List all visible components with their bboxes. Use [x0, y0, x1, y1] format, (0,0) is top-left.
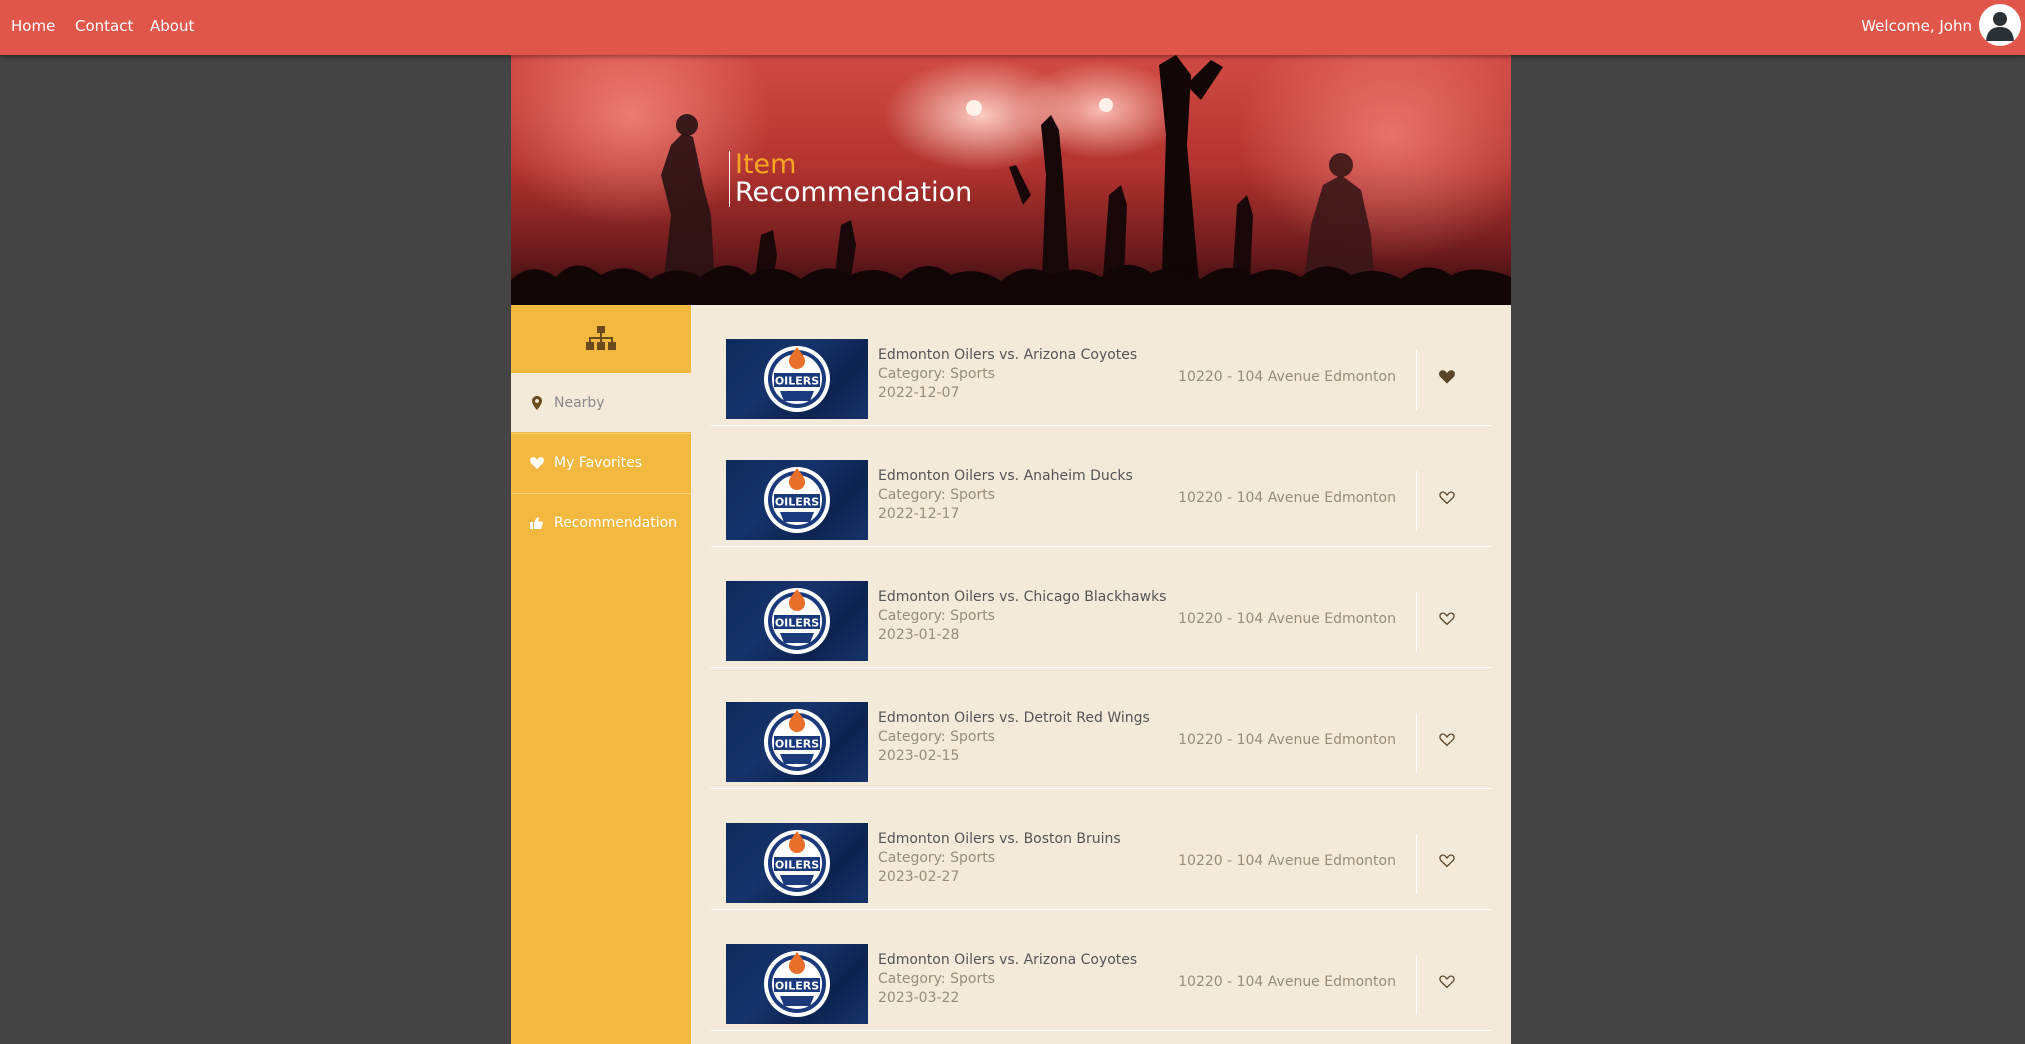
- thumbs-up-icon: [529, 517, 544, 529]
- top-navbar: Home Contact About Welcome, John: [0, 0, 2025, 55]
- oilers-logo-thumbnail: OILERS: [726, 339, 868, 419]
- item-date: 2022-12-17: [878, 506, 960, 522]
- item-address: 10220 - 104 Avenue Edmonton: [1178, 853, 1396, 869]
- welcome-text: Welcome, John: [1861, 17, 1972, 35]
- item-date: 2023-02-27: [878, 869, 960, 885]
- banner-title: Item Recommendation: [729, 151, 972, 207]
- favorite-heart-outline-icon[interactable]: [1439, 611, 1457, 629]
- hero-banner: Item Recommendation: [511, 55, 1511, 305]
- list-item[interactable]: OILERS Edmonton Oilers vs. Arizona Coyot…: [711, 910, 1491, 1031]
- divider: [1416, 955, 1417, 1015]
- oilers-logo-text: OILERS: [775, 375, 819, 388]
- favorite-heart-outline-icon[interactable]: [1439, 974, 1457, 992]
- banner-title-line1: Item: [735, 149, 797, 180]
- nav-contact-link[interactable]: Contact: [75, 17, 133, 35]
- sidebar-header: [511, 305, 691, 373]
- oilers-logo-thumbnail: OILERS: [726, 702, 868, 782]
- divider: [1416, 713, 1417, 773]
- list-item[interactable]: OILERS Edmonton Oilers vs. Arizona Coyot…: [711, 305, 1491, 426]
- item-category: Category: Sports: [878, 850, 995, 866]
- item-title[interactable]: Edmonton Oilers vs. Arizona Coyotes: [878, 952, 1137, 968]
- item-address: 10220 - 104 Avenue Edmonton: [1178, 611, 1396, 627]
- oilers-logo-text: OILERS: [775, 859, 819, 872]
- item-category: Category: Sports: [878, 487, 995, 503]
- item-date: 2023-03-22: [878, 990, 960, 1006]
- oilers-logo-thumbnail: OILERS: [726, 823, 868, 903]
- sidebar-item-label: Nearby: [554, 394, 605, 411]
- divider: [1416, 834, 1417, 894]
- item-address: 10220 - 104 Avenue Edmonton: [1178, 490, 1396, 506]
- item-title[interactable]: Edmonton Oilers vs. Detroit Red Wings: [878, 710, 1150, 726]
- item-address: 10220 - 104 Avenue Edmonton: [1178, 974, 1396, 990]
- favorite-heart-outline-icon[interactable]: [1439, 490, 1457, 508]
- sitemap-icon: [586, 326, 616, 350]
- item-address: 10220 - 104 Avenue Edmonton: [1178, 369, 1396, 385]
- banner-title-line2: Recommendation: [735, 177, 973, 208]
- item-title[interactable]: Edmonton Oilers vs. Anaheim Ducks: [878, 468, 1133, 484]
- item-address: 10220 - 104 Avenue Edmonton: [1178, 732, 1396, 748]
- favorite-heart-outline-icon[interactable]: [1439, 853, 1457, 871]
- item-title[interactable]: Edmonton Oilers vs. Boston Bruins: [878, 831, 1121, 847]
- map-marker-icon: [529, 395, 544, 410]
- favorite-heart-outline-icon[interactable]: [1439, 732, 1457, 750]
- nav-about-link[interactable]: About: [150, 17, 194, 35]
- main-container: Item Recommendation Nearby My Favorites …: [511, 55, 1511, 1044]
- divider: [1416, 471, 1417, 531]
- sidebar-item-nearby[interactable]: Nearby: [511, 373, 691, 432]
- list-item[interactable]: OILERS Edmonton Oilers vs. Chicago Black…: [711, 547, 1491, 668]
- item-date: 2023-01-28: [878, 627, 960, 643]
- oilers-logo-thumbnail: OILERS: [726, 581, 868, 661]
- oilers-logo-text: OILERS: [775, 738, 819, 751]
- list-item[interactable]: OILERS Edmonton Oilers vs. Detroit Red W…: [711, 668, 1491, 789]
- nav-home-link[interactable]: Home: [11, 17, 55, 35]
- list-item[interactable]: OILERS Edmonton Oilers vs. Anaheim Ducks…: [711, 426, 1491, 547]
- item-date: 2023-02-15: [878, 748, 960, 764]
- sidebar-item-label: Recommendation: [554, 515, 678, 531]
- item-date: 2022-12-07: [878, 385, 960, 401]
- item-category: Category: Sports: [878, 971, 995, 987]
- item-category: Category: Sports: [878, 608, 995, 624]
- oilers-logo-text: OILERS: [775, 617, 819, 630]
- concert-crowd-image: [511, 55, 1511, 305]
- divider: [1416, 350, 1417, 410]
- sidebar-item-recommendation[interactable]: Recommendation: [511, 493, 691, 552]
- item-title[interactable]: Edmonton Oilers vs. Arizona Coyotes: [878, 347, 1137, 363]
- list-item[interactable]: OILERS Edmonton Oilers vs. Boston Bruins…: [711, 789, 1491, 910]
- heart-icon: [529, 457, 544, 469]
- item-category: Category: Sports: [878, 729, 995, 745]
- favorite-heart-icon[interactable]: [1439, 369, 1457, 387]
- divider: [1416, 592, 1417, 652]
- oilers-logo-text: OILERS: [775, 980, 819, 993]
- oilers-logo-thumbnail: OILERS: [726, 460, 868, 540]
- sidebar-item-label: My Favorites: [554, 455, 643, 471]
- oilers-logo-text: OILERS: [775, 496, 819, 509]
- item-category: Category: Sports: [878, 366, 995, 382]
- item-title[interactable]: Edmonton Oilers vs. Chicago Blackhawks: [878, 589, 1166, 605]
- sidebar-item-my-favorites[interactable]: My Favorites: [511, 433, 691, 492]
- user-avatar-icon[interactable]: [1979, 4, 2021, 46]
- sidebar: Nearby My Favorites Recommendation: [511, 305, 691, 1044]
- oilers-logo-thumbnail: OILERS: [726, 944, 868, 1024]
